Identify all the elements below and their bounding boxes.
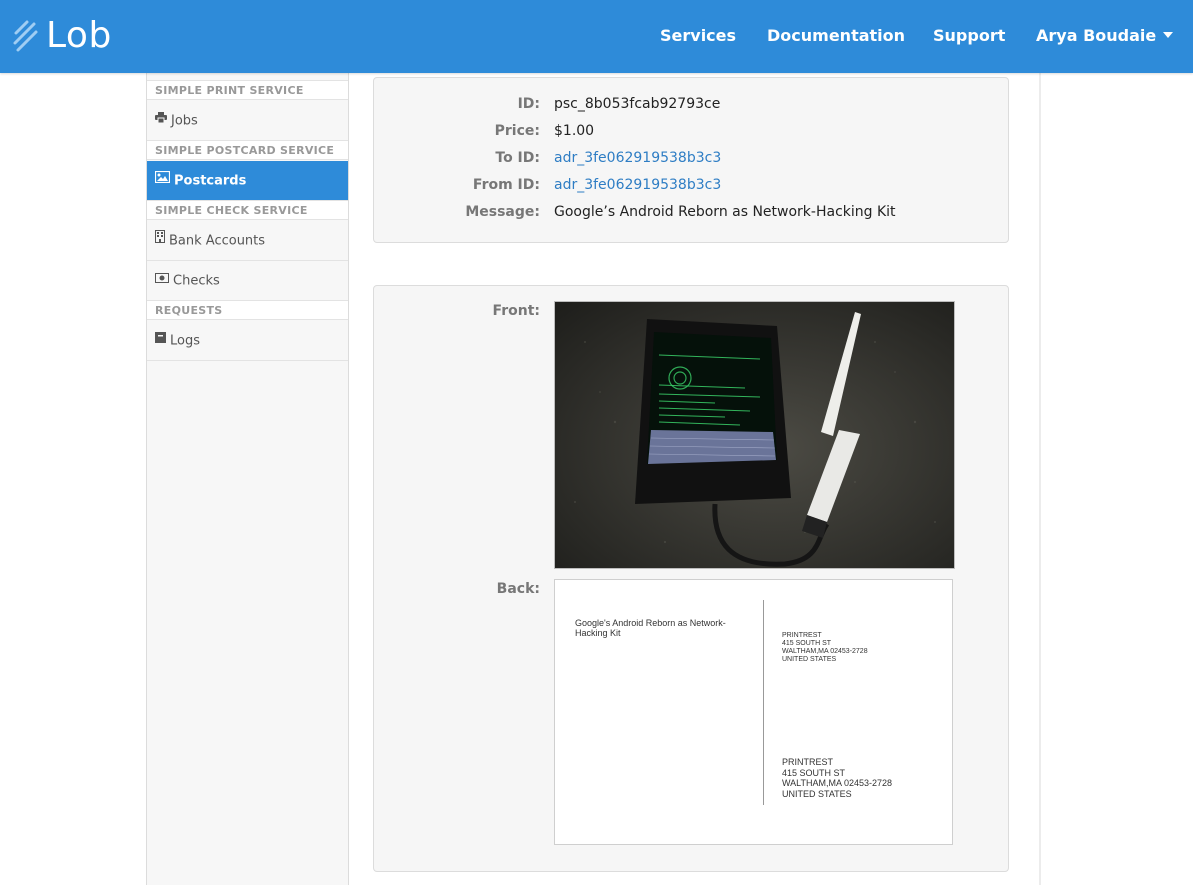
postcard-preview-panel: Front: Back: Google's Android Reborn as … — [373, 285, 1009, 872]
building-icon — [155, 220, 165, 260]
top-navbar: Lob Services Documentation Support Arya … — [0, 0, 1193, 73]
sidebar-item-label: Bank Accounts — [169, 233, 266, 249]
user-name: Arya Boudaie — [1036, 26, 1157, 45]
return-address-line: 415 SOUTH ST — [782, 640, 832, 647]
message-value: Google’s Android Reborn as Network-Hacki… — [554, 204, 896, 220]
from-id-row: From ID: adr_3fe062919538b3c3 — [374, 172, 1010, 199]
sidebar-heading-requests: REQUESTS — [147, 300, 348, 320]
sidebar-item-postcards[interactable]: Postcards — [147, 161, 348, 201]
sidebar-item-label: Jobs — [171, 113, 198, 129]
sidebar-item-bank-accounts[interactable]: Bank Accounts — [147, 221, 348, 261]
brand-logo[interactable]: Lob — [12, 14, 112, 58]
postcard-back: Google's Android Reborn as Network-Hacki… — [554, 579, 953, 845]
id-row: ID: psc_8b053fcab92793ce — [374, 91, 1010, 118]
sidebar-item-label: Logs — [170, 333, 200, 349]
nav-support[interactable]: Support — [933, 24, 1005, 48]
message-label: Message: — [465, 204, 540, 220]
caret-down-icon — [1163, 31, 1174, 38]
sidebar-heading-postcard: SIMPLE POSTCARD SERVICE — [147, 140, 348, 160]
image-icon — [154, 160, 171, 200]
tablet-photo — [555, 302, 954, 568]
log-icon — [155, 320, 166, 360]
recipient-address: PRINTREST 415 SOUTH ST WALTHAM,MA 02453-… — [782, 757, 892, 799]
sidebar-item-checks[interactable]: Checks — [147, 261, 348, 301]
brand-name: Lob — [46, 15, 112, 56]
from-id-link[interactable]: adr_3fe062919538b3c3 — [554, 172, 721, 199]
recipient-address-line: 415 SOUTH ST — [782, 767, 846, 778]
postcard-details-panel: ID: psc_8b053fcab92793ce Price: $1.00 To… — [373, 77, 1009, 243]
id-label: ID: — [517, 96, 540, 112]
sidebar-item-logs[interactable]: Logs — [147, 321, 348, 361]
return-address-line: UNITED STATES — [782, 656, 837, 663]
user-menu[interactable]: Arya Boudaie — [1036, 24, 1174, 48]
message-row: Message: Google’s Android Reborn as Netw… — [374, 199, 1010, 226]
from-id-label: From ID: — [472, 177, 540, 193]
to-id-label: To ID: — [495, 150, 540, 166]
to-id-row: To ID: adr_3fe062919538b3c3 — [374, 145, 1010, 172]
money-icon — [155, 260, 169, 300]
id-value: psc_8b053fcab92793ce — [554, 96, 721, 112]
sidebar-heading-print: SIMPLE PRINT SERVICE — [147, 80, 348, 100]
recipient-address-line: PRINTREST — [782, 757, 834, 767]
recipient-address-line: WALTHAM,MA 02453-2728 — [782, 778, 893, 788]
sidebar-heading-check: SIMPLE CHECK SERVICE — [147, 200, 348, 220]
back-label: Back: — [496, 581, 540, 597]
back-message: Google's Android Reborn as Network-Hacki… — [575, 618, 726, 638]
price-row: Price: $1.00 — [374, 118, 1010, 145]
content-divider — [1039, 73, 1041, 885]
printer-icon — [155, 100, 167, 140]
return-address: PRINTREST 415 SOUTH ST WALTHAM,MA 02453-… — [782, 632, 868, 664]
sidebar: SIMPLE PRINT SERVICE Jobs SIMPLE POSTCAR… — [146, 73, 349, 885]
recipient-address-line: UNITED STATES — [782, 788, 852, 799]
nav-documentation[interactable]: Documentation — [767, 24, 905, 48]
to-id-link[interactable]: adr_3fe062919538b3c3 — [554, 145, 721, 172]
price-value: $1.00 — [554, 123, 595, 139]
sidebar-item-jobs[interactable]: Jobs — [147, 101, 348, 141]
lob-logo-icon — [13, 20, 38, 52]
return-address-line: PRINTREST — [782, 632, 822, 639]
back-divider — [763, 600, 764, 805]
nav-services[interactable]: Services — [660, 24, 736, 48]
postcard-front-image — [554, 301, 955, 569]
front-label: Front: — [492, 303, 540, 319]
sidebar-item-label: Checks — [173, 273, 220, 289]
sidebar-item-label: Postcards — [174, 173, 247, 189]
return-address-line: WALTHAM,MA 02453-2728 — [782, 648, 868, 655]
price-label: Price: — [494, 123, 540, 139]
